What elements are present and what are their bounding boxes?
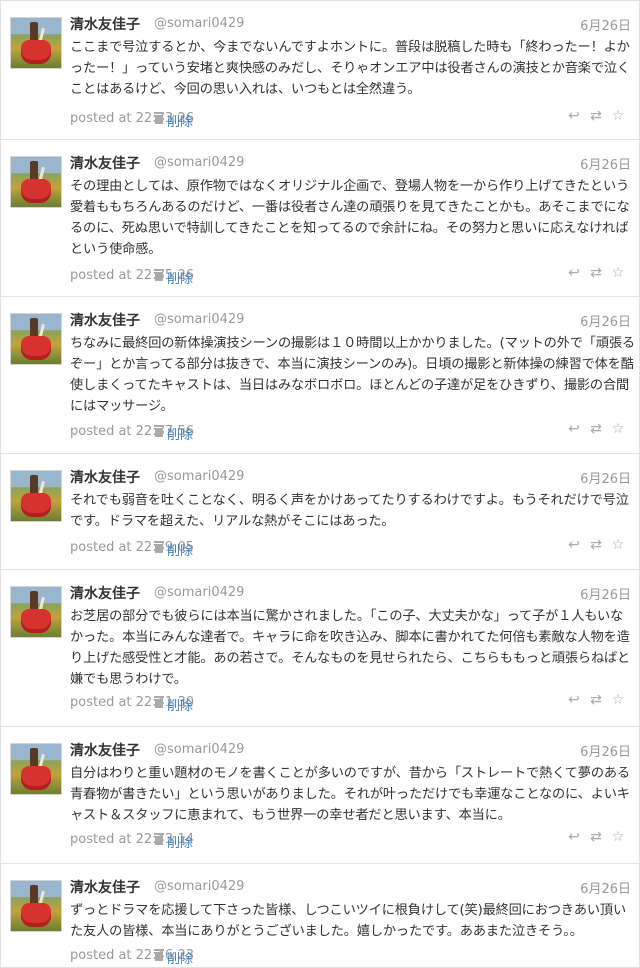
reply-icon[interactable]: ↩ [563,537,585,553]
tweet-text: それでも弱音を吐くことなく、明るく声をかけあってたりするわけですよ。もうそれだけ… [70,493,629,529]
retweet-icon[interactable]: ⇄ [585,421,607,437]
delete-link[interactable]: 削除 [167,268,193,287]
tweet-item: 清水友佳子 @somari0429 6月26日 ここまで号泣するとか、今までない… [1,1,639,140]
tweet-text: ちなみに最終回の新体操演技シーンの撮影は１０時間以上かかりました。(マットの外で… [70,336,635,414]
tweet-item: 清水友佳子 @somari0429 6月26日 ずっとドラマを応援して下さった皆… [1,864,639,967]
retweet-icon[interactable]: ⇄ [585,108,607,124]
tweet-text: ずっとドラマを応援して下さった皆様、しつこいツイに根負けして(笑)最終回におつき… [70,903,626,939]
user-handle[interactable]: @somari0429 [154,585,244,600]
tweet-date[interactable]: 6月26日 [580,311,631,330]
tweet-date[interactable]: 6月26日 [580,584,631,603]
tweet-actions: ↩ ⇄ ☆ [563,265,629,281]
delete-link[interactable]: 削除 [167,424,193,443]
user-name[interactable]: 清水友佳子 [70,467,140,487]
tweet-actions: ↩ ⇄ ☆ [563,108,629,124]
retweet-icon[interactable]: ⇄ [585,692,607,708]
star-icon[interactable]: ☆ [607,537,629,553]
trash-icon [154,269,164,281]
avatar[interactable] [10,470,62,522]
trash-icon [154,949,164,961]
user-handle[interactable]: @somari0429 [154,469,244,484]
user-name[interactable]: 清水友佳子 [70,310,140,330]
tweet-item: 清水友佳子 @somari0429 6月26日 お芝居の部分でも彼らには本当に驚… [1,570,639,727]
user-handle[interactable]: @somari0429 [154,16,244,31]
tweet-date[interactable]: 6月26日 [580,741,631,760]
avatar[interactable] [10,156,62,208]
delete-link[interactable]: 削除 [167,540,193,559]
trash-icon [154,112,164,124]
tweet-date[interactable]: 6月26日 [580,878,631,897]
reply-icon[interactable]: ↩ [563,265,585,281]
tweet-date[interactable]: 6月26日 [580,154,631,173]
trash-icon [154,696,164,708]
user-name[interactable]: 清水友佳子 [70,153,140,173]
delete-link[interactable]: 削除 [167,111,193,130]
reply-icon[interactable]: ↩ [563,108,585,124]
user-name[interactable]: 清水友佳子 [70,740,140,760]
star-icon[interactable]: ☆ [607,108,629,124]
tweet-item: 清水友佳子 @somari0429 6月26日 それでも弱音を吐くことなく、明る… [1,454,639,570]
delete-link[interactable]: 削除 [167,948,193,967]
tweet-actions: ↩ ⇄ ☆ [563,692,629,708]
star-icon[interactable]: ☆ [607,692,629,708]
avatar[interactable] [10,880,62,932]
user-name[interactable]: 清水友佳子 [70,877,140,897]
tweet-item: 清水友佳子 @somari0429 6月26日 その理由としては、原作物ではなく… [1,140,639,297]
tweet-date[interactable]: 6月26日 [580,15,631,34]
avatar[interactable] [10,313,62,365]
user-name[interactable]: 清水友佳子 [70,14,140,34]
tweet-text: その理由としては、原作物ではなくオリジナル企画で、登場人物を一から作り上げてきた… [70,179,630,257]
tweet-item: 清水友佳子 @somari0429 6月26日 ちなみに最終回の新体操演技シーン… [1,297,639,454]
trash-icon [154,541,164,553]
delete-link[interactable]: 削除 [167,832,193,851]
tweet-text: ここまで号泣するとか、今までないんですよホントに。普段は脱稿した時も「終わったー… [70,40,630,97]
user-handle[interactable]: @somari0429 [154,312,244,327]
trash-icon [154,425,164,437]
avatar[interactable] [10,743,62,795]
star-icon[interactable]: ☆ [607,829,629,845]
retweet-icon[interactable]: ⇄ [585,537,607,553]
star-icon[interactable]: ☆ [607,421,629,437]
avatar[interactable] [10,586,62,638]
user-name[interactable]: 清水友佳子 [70,583,140,603]
tweet-date[interactable]: 6月26日 [580,468,631,487]
tweet-actions: ↩ ⇄ ☆ [563,829,629,845]
star-icon[interactable]: ☆ [607,265,629,281]
user-handle[interactable]: @somari0429 [154,155,244,170]
user-handle[interactable]: @somari0429 [154,742,244,757]
trash-icon [154,833,164,845]
reply-icon[interactable]: ↩ [563,829,585,845]
tweet-text: 自分はわりと重い題材のモノを書くことが多いのですが、昔から「ストレートで熱くて夢… [70,766,630,823]
tweet-actions: ↩ ⇄ ☆ [563,537,629,553]
avatar[interactable] [10,17,62,69]
tweet-text: お芝居の部分でも彼らには本当に驚かされました。「この子、大丈夫かな」って子が１人… [70,609,631,687]
retweet-icon[interactable]: ⇄ [585,829,607,845]
reply-icon[interactable]: ↩ [563,421,585,437]
retweet-icon[interactable]: ⇄ [585,265,607,281]
user-handle[interactable]: @somari0429 [154,879,244,894]
tweet-actions: ↩ ⇄ ☆ [563,421,629,437]
tweet-timeline: 清水友佳子 @somari0429 6月26日 ここまで号泣するとか、今までない… [0,0,640,968]
tweet-item: 清水友佳子 @somari0429 6月26日 自分はわりと重い題材のモノを書く… [1,727,639,864]
reply-icon[interactable]: ↩ [563,692,585,708]
delete-link[interactable]: 削除 [167,695,193,714]
